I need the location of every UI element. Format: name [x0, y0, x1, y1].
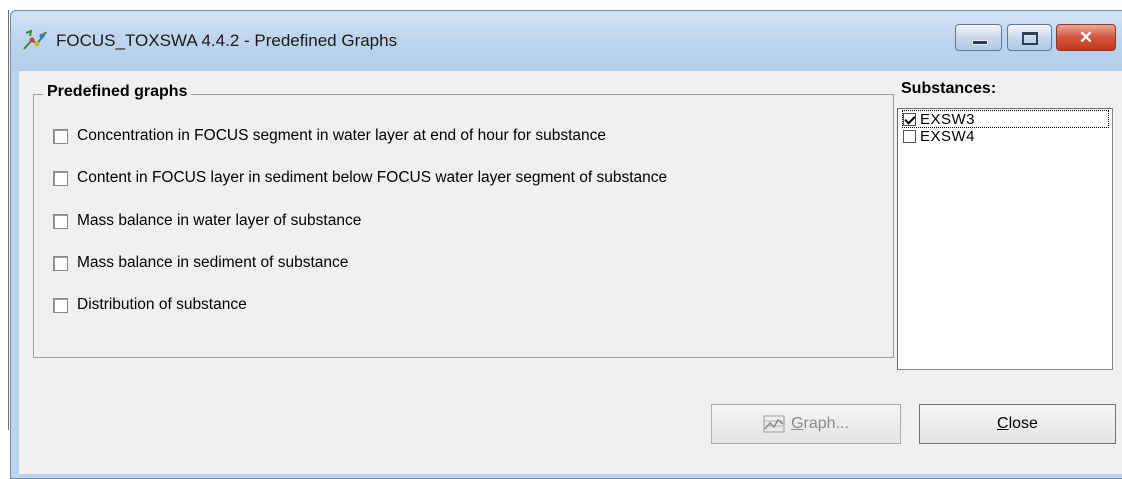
- option-mass-balance-water[interactable]: Mass balance in water layer of substance: [53, 210, 361, 232]
- option-label: Distribution of substance: [77, 296, 247, 313]
- graph-button[interactable]: Graph...: [711, 404, 901, 444]
- substance-label: EXSW3: [920, 110, 976, 128]
- substances-list[interactable]: EXSW3 EXSW4: [897, 108, 1113, 370]
- app-icon: [23, 29, 47, 50]
- predefined-graphs-group: Predefined graphs Concentration in FOCUS…: [33, 83, 894, 358]
- option-content-sediment[interactable]: Content in FOCUS layer in sediment below…: [53, 167, 667, 189]
- checkbox[interactable]: [53, 128, 68, 144]
- substance-checkbox[interactable]: [903, 129, 916, 143]
- background-divider: [8, 10, 9, 430]
- close-mnemonic: C: [997, 415, 1009, 432]
- option-concentration-water[interactable]: Concentration in FOCUS segment in water …: [53, 125, 606, 147]
- checkbox[interactable]: [53, 255, 68, 271]
- graph-mnemonic: G: [791, 415, 804, 432]
- checkbox[interactable]: [53, 297, 68, 313]
- close-button[interactable]: Close: [919, 404, 1116, 444]
- graph-label: raph...: [803, 415, 849, 432]
- substances-title: Substances:: [901, 80, 997, 97]
- graph-icon: [763, 415, 785, 433]
- option-mass-balance-sediment[interactable]: Mass balance in sediment of substance: [53, 252, 348, 274]
- checkbox[interactable]: [53, 170, 68, 186]
- maximize-button[interactable]: [1007, 24, 1052, 51]
- close-icon: ✕: [1078, 28, 1094, 47]
- minimize-icon: [972, 40, 988, 45]
- option-label: Mass balance in water layer of substance: [77, 212, 362, 229]
- close-label: lose: [1008, 415, 1038, 432]
- close-window-button[interactable]: ✕: [1056, 24, 1116, 51]
- dialog-client-area: Predefined graphs Concentration in FOCUS…: [19, 71, 1122, 474]
- substance-item-exsw3[interactable]: EXSW3: [902, 110, 1109, 128]
- maximize-icon: [1022, 32, 1038, 45]
- minimize-button[interactable]: [955, 24, 1002, 51]
- option-label: Mass balance in sediment of substance: [77, 254, 349, 271]
- dialog-window: FOCUS_TOXSWA 4.4.2 - Predefined Graphs ✕…: [10, 10, 1122, 479]
- group-label: Predefined graphs: [43, 83, 192, 101]
- substance-label: EXSW4: [920, 127, 976, 145]
- checkbox[interactable]: [53, 213, 68, 229]
- option-label: Content in FOCUS layer in sediment below…: [77, 169, 668, 186]
- title-bar[interactable]: FOCUS_TOXSWA 4.4.2 - Predefined Graphs ✕: [11, 11, 1122, 71]
- substance-checkbox[interactable]: [903, 112, 916, 126]
- option-label: Concentration in FOCUS segment in water …: [77, 127, 606, 144]
- option-distribution[interactable]: Distribution of substance: [53, 294, 247, 316]
- window-title: FOCUS_TOXSWA 4.4.2 - Predefined Graphs: [56, 31, 398, 50]
- substance-item-exsw4[interactable]: EXSW4: [903, 127, 976, 145]
